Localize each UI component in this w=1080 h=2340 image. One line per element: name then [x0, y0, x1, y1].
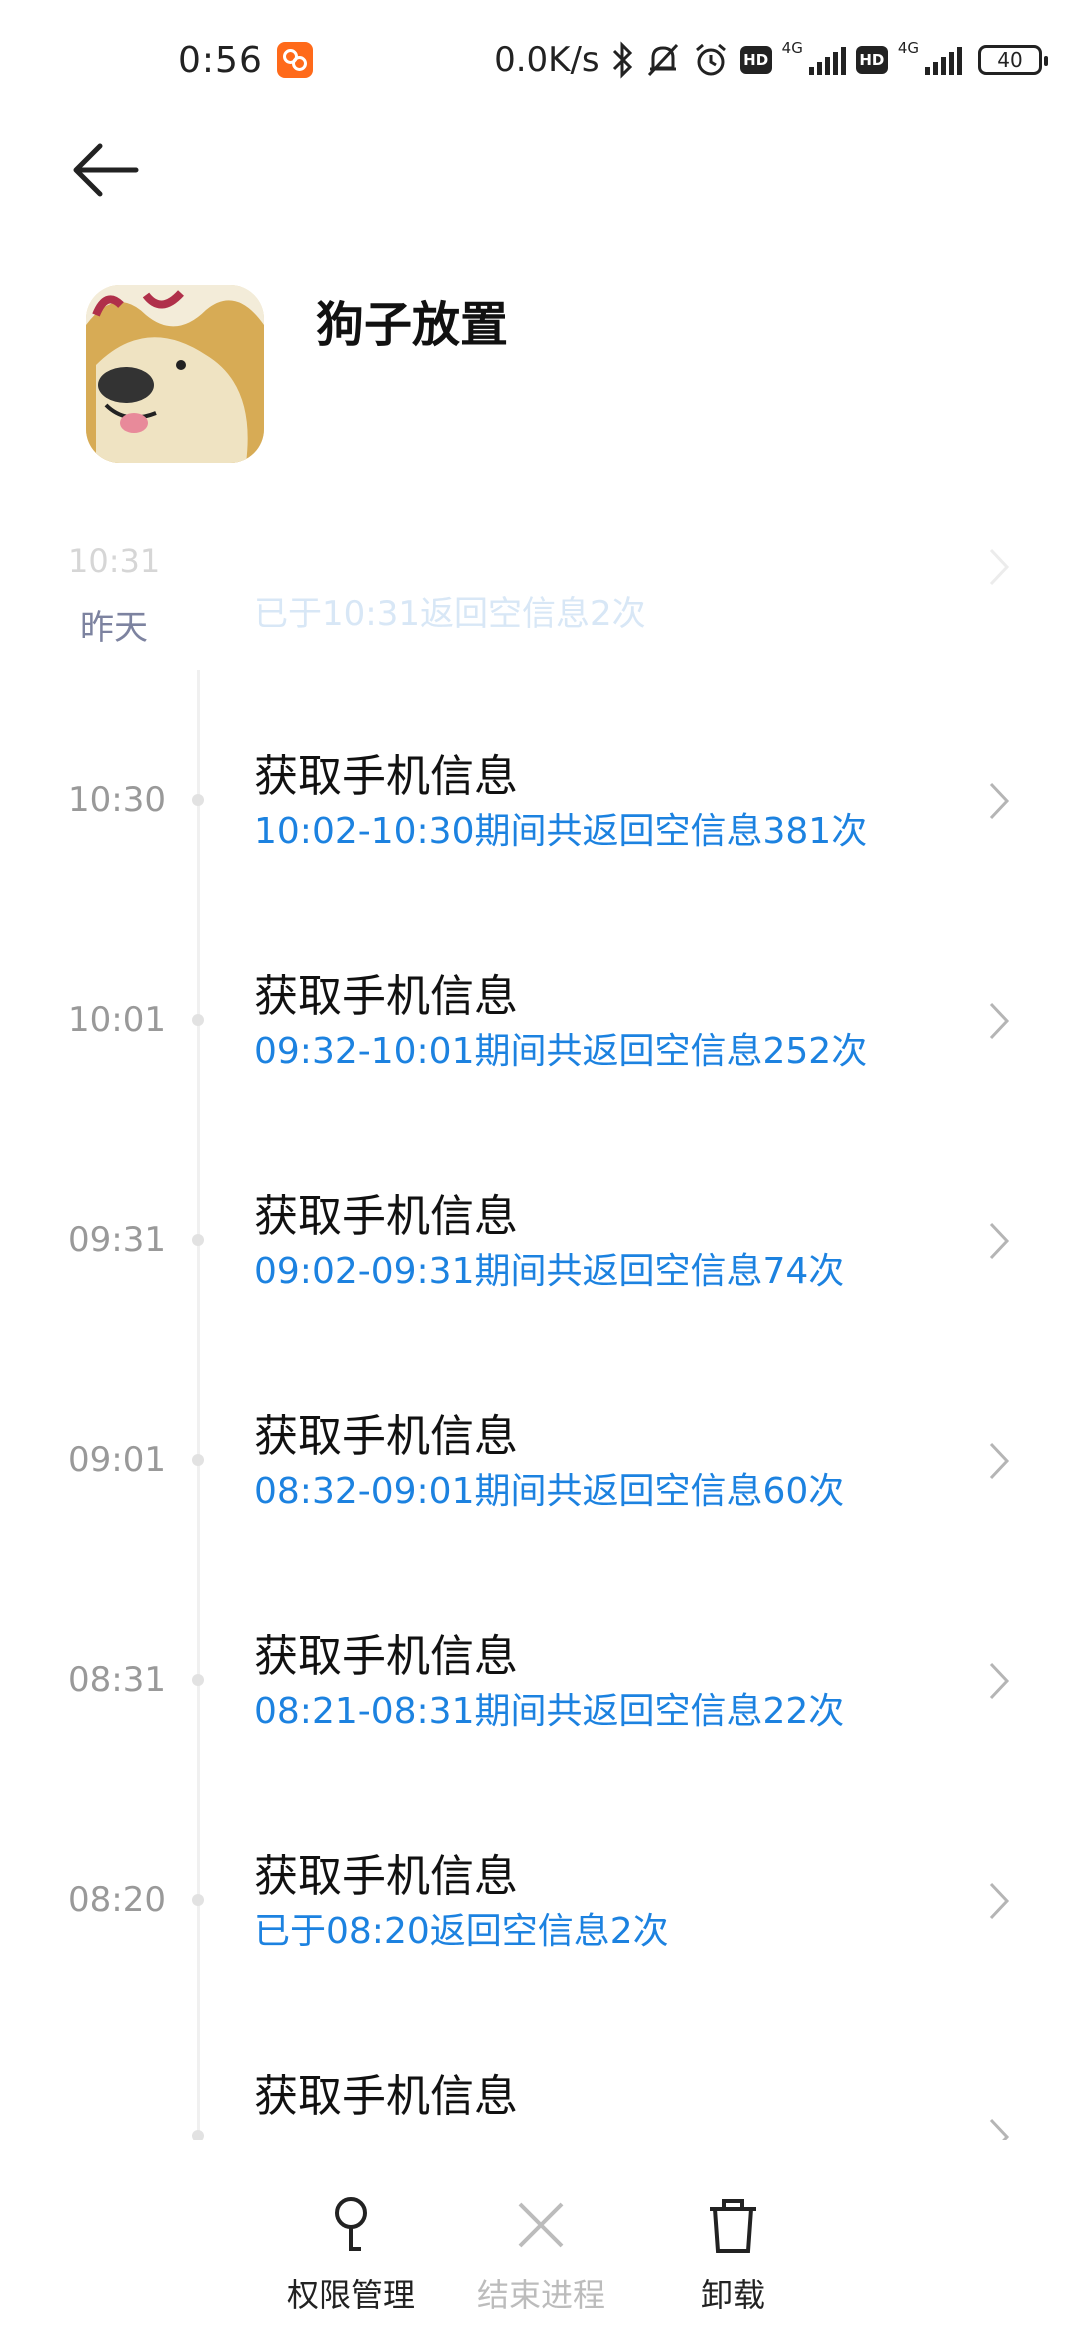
network-type: 4G: [781, 39, 803, 57]
timeline-dot: [192, 1894, 204, 1906]
chevron-right-icon: [985, 1656, 1015, 1710]
entry-desc: 08:21-08:31期间共返回空信息22次: [254, 1691, 845, 1732]
app-behavior-screen: 0:56 0.0K/s HD 4G HD 4G 40 狗子放置 10:31 已于…: [0, 0, 1080, 2340]
entry-desc: 09:32-10:01期间共返回空信息252次: [254, 1031, 868, 1072]
entry-desc: 已于08:20返回空信息2次: [254, 1911, 669, 1952]
hd-icon: HD: [739, 46, 772, 74]
status-time: 0:56: [178, 39, 263, 81]
entry-title: 获取手机信息: [254, 971, 518, 1022]
entry-title: 获取手机信息: [254, 1631, 518, 1682]
timeline-dot: [192, 1454, 204, 1466]
entry-time: 10:01: [68, 1000, 166, 1040]
battery-icon: 40: [978, 45, 1048, 75]
entry-time: 09:31: [68, 1220, 166, 1260]
list-item[interactable]: 08:20 获取手机信息 已于08:20返回空信息2次: [0, 1840, 1080, 2040]
timeline-dot: [192, 1674, 204, 1686]
bluetooth-icon: [610, 40, 634, 80]
trash-icon: [633, 2190, 833, 2260]
timeline-dot: [192, 2130, 204, 2140]
list-item[interactable]: 获取手机信息: [0, 2060, 1080, 2140]
chevron-right-icon: [985, 1436, 1015, 1490]
chevron-right-icon: [985, 776, 1015, 830]
app-title: 狗子放置: [316, 297, 509, 353]
bell-muted-icon: [644, 40, 682, 80]
end-process-button[interactable]: 结束进程: [441, 2190, 641, 2316]
close-icon: [441, 2190, 641, 2260]
signal-icon: [808, 45, 846, 75]
entry-title: 获取手机信息: [254, 751, 518, 802]
entry-title: 获取手机信息: [254, 2071, 518, 2122]
entry-time: 08:31: [68, 1660, 166, 1700]
permissions-button[interactable]: 权限管理: [251, 2190, 451, 2316]
end-process-label: 结束进程: [476, 2276, 605, 2314]
network-speed: 0.0K/s: [494, 40, 600, 80]
entry-desc: 09:02-09:31期间共返回空信息74次: [254, 1251, 845, 1292]
app-icon: [86, 285, 264, 463]
uninstall-label: 卸载: [700, 2276, 765, 2314]
chevron-right-icon: [985, 996, 1015, 1050]
list-item[interactable]: 10:30 获取手机信息 10:02-10:30期间共返回空信息381次: [0, 740, 1080, 940]
entry-time: 09:01: [68, 1440, 166, 1480]
signal-icon: [925, 45, 962, 75]
battery-level: 40: [997, 48, 1023, 72]
day-label: 昨天: [80, 608, 148, 648]
entry-desc: 10:02-10:30期间共返回空信息381次: [254, 811, 868, 852]
entry-title: 获取手机信息: [254, 1411, 518, 1462]
entry-desc: 已于10:31返回空信息2次: [254, 594, 646, 634]
entry-time: 08:20: [68, 1880, 166, 1920]
timeline-dot: [192, 1234, 204, 1246]
timeline-dot: [192, 1014, 204, 1026]
bottom-action-bar: 权限管理 结束进程 卸载: [0, 2170, 1080, 2340]
chevron-right-icon: [985, 1216, 1015, 1270]
chevron-right-icon: [985, 542, 1015, 596]
list-item[interactable]: 10:01 获取手机信息 09:32-10:01期间共返回空信息252次: [0, 960, 1080, 1160]
faded-list-item[interactable]: 10:31 已于10:31返回空信息2次: [0, 540, 1080, 650]
list-item[interactable]: 09:01 获取手机信息 08:32-09:01期间共返回空信息60次: [0, 1400, 1080, 1600]
chevron-right-icon: [985, 2112, 1015, 2140]
permissions-label: 权限管理: [286, 2276, 415, 2314]
back-arrow-icon: [73, 143, 139, 197]
timeline-dot: [192, 794, 204, 806]
video-app-icon: [276, 42, 313, 78]
list-item[interactable]: 09:31 获取手机信息 09:02-09:31期间共返回空信息74次: [0, 1180, 1080, 1380]
behavior-timeline[interactable]: 10:31 已于10:31返回空信息2次 昨天 10:30 获取手机信息 10:…: [0, 540, 1080, 2140]
status-bar: 0:56 0.0K/s HD 4G HD 4G 40: [0, 0, 1080, 120]
chevron-right-icon: [985, 1876, 1015, 1930]
entry-title: 获取手机信息: [254, 1851, 518, 1902]
alarm-icon: [692, 40, 730, 80]
hd-icon: HD: [855, 46, 888, 74]
entry-title: 获取手机信息: [254, 1191, 518, 1242]
entry-desc: 08:32-09:01期间共返回空信息60次: [254, 1471, 845, 1512]
uninstall-button[interactable]: 卸载: [633, 2190, 833, 2316]
network-type: 4G: [897, 39, 919, 57]
entry-time: 10:31: [68, 542, 161, 580]
list-item[interactable]: 08:31 获取手机信息 08:21-08:31期间共返回空信息22次: [0, 1620, 1080, 1820]
key-icon: [251, 2190, 451, 2260]
entry-time: 10:30: [68, 780, 166, 820]
back-button[interactable]: [70, 135, 150, 205]
